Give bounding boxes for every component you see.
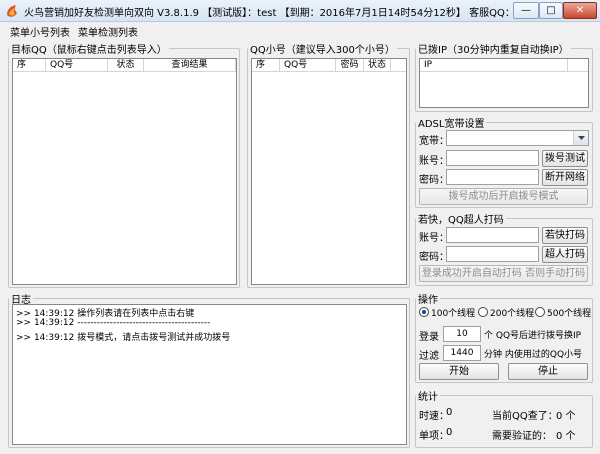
adsl-group: ADSL宽带设置 宽带： 账号： 拨号测试 密码： 断开网络 拨号成功后开启拨号…: [415, 115, 593, 208]
filter-label: 过滤: [419, 351, 439, 362]
minimize-icon: —: [521, 5, 531, 16]
captcha-password-input[interactable]: [446, 246, 539, 262]
verify-value: 0 个: [556, 431, 576, 442]
radio-selected-dot: [422, 310, 426, 314]
stop-button[interactable]: 停止: [508, 363, 588, 380]
adsl-password-input[interactable]: [446, 169, 539, 185]
close-button[interactable]: ✕: [563, 2, 597, 19]
single-label: 单项：: [419, 431, 449, 442]
thread-200-label[interactable]: 200个线程: [490, 306, 534, 319]
main-window: 火鸟营销加好友检测单向双向 V3.8.1.9 【测试版】：test 【到期：20…: [0, 0, 600, 454]
stats-group: 统计 时速： 0 当前QQ查了： 0 个 单项： 0 需要验证的： 0 个: [415, 388, 593, 448]
title-bar: 火鸟营销加好友检测单向双向 V3.8.1.9 【测试版】：test 【到期：20…: [0, 0, 600, 22]
firebird-app-icon: [4, 3, 20, 19]
thread-200-radio[interactable]: [478, 307, 488, 317]
captcha-password-label: 密码：: [419, 252, 449, 263]
adsl-password-label: 密码：: [419, 175, 449, 186]
captcha-group-title: 若快，QQ超人打码: [416, 211, 506, 226]
login-count-input[interactable]: 10: [443, 326, 481, 342]
menu-check-list[interactable]: 菜单检测列表: [78, 24, 138, 39]
disconnect-button[interactable]: 断开网络: [542, 169, 588, 186]
captcha-group: 若快，QQ超人打码 账号： 若快打码 密码： 超人打码 登录成功开启自动打码 否…: [415, 211, 593, 286]
small-qq-group-title: QQ小号（建议导入300个小号）: [248, 41, 397, 56]
adsl-group-title: ADSL宽带设置: [416, 115, 487, 130]
menu-bar: 菜单小号列表 菜单检测列表: [0, 22, 600, 39]
maximize-icon: □: [546, 5, 556, 16]
speed-value: 0: [446, 407, 453, 418]
login-label: 登录: [419, 332, 439, 343]
column-header-password[interactable]: 密码: [336, 59, 364, 72]
thread-100-label[interactable]: 100个线程: [431, 306, 475, 319]
chevron-down-icon[interactable]: [573, 131, 588, 145]
dialed-ip-group-title: 已拨IP（30分钟内重复自动换IP）: [416, 41, 571, 56]
dialed-ip-list[interactable]: IP: [419, 58, 589, 108]
target-qq-list[interactable]: 序 QQ号 状态 查询结果: [12, 58, 237, 285]
log-output[interactable]: >> 14:39:12 操作列表请在列表中点击右键 >> 14:39:12 --…: [12, 304, 407, 445]
stats-group-title: 统计: [416, 388, 440, 403]
login-suffix-label: 个 QQ号后进行拨号换IP: [484, 331, 582, 341]
dialed-ip-group: 已拨IP（30分钟内重复自动换IP） IP: [415, 41, 593, 112]
log-group: 日志 >> 14:39:12 操作列表请在列表中点击右键 >> 14:39:12…: [8, 291, 410, 448]
maximize-button[interactable]: □: [539, 2, 563, 19]
log-line: >> 14:39:12 ----------------------------…: [16, 318, 211, 328]
column-header-index[interactable]: 序: [252, 59, 280, 72]
broadband-label: 宽带：: [419, 136, 449, 147]
column-header-ip[interactable]: IP: [420, 59, 568, 72]
column-header-index[interactable]: 序: [13, 59, 46, 72]
column-header-qq[interactable]: QQ号: [46, 59, 108, 72]
broadband-select-value: [447, 131, 567, 145]
small-qq-list[interactable]: 序 QQ号 密码 状态: [251, 58, 407, 285]
thread-500-radio[interactable]: [535, 307, 545, 317]
speed-label: 时速：: [419, 411, 449, 422]
column-header-result[interactable]: 查询结果: [144, 59, 236, 72]
queried-label: 当前QQ查了：: [492, 411, 558, 422]
thread-500-label[interactable]: 500个线程: [547, 306, 591, 319]
adsl-account-label: 账号：: [419, 156, 449, 167]
column-header-status[interactable]: 状态: [364, 59, 391, 72]
menu-small-list[interactable]: 菜单小号列表: [10, 24, 70, 39]
dial-test-button[interactable]: 拨号测试: [542, 150, 588, 167]
dial-success-mode-button[interactable]: 拨号成功后开启拨号模式: [419, 188, 588, 205]
close-icon: ✕: [575, 5, 585, 16]
filter-suffix-label: 分钟 内使用过的QQ小号: [484, 350, 583, 360]
single-value: 0: [446, 427, 453, 438]
verify-label: 需要验证的：: [492, 431, 552, 442]
chaoren-code-button[interactable]: 超人打码: [542, 246, 588, 263]
captcha-account-label: 账号：: [419, 233, 449, 244]
broadband-select[interactable]: [446, 130, 589, 146]
target-qq-group-title: 目标QQ（鼠标右键点击列表导入）: [9, 41, 169, 56]
window-title: 火鸟营销加好友检测单向双向 V3.8.1.9 【测试版】：test 【到期：20…: [24, 8, 544, 19]
target-qq-group: 目标QQ（鼠标右键点击列表导入） 序 QQ号 状态 查询结果: [8, 41, 240, 288]
small-qq-list-header: 序 QQ号 密码 状态: [252, 59, 406, 72]
small-qq-group: QQ小号（建议导入300个小号） 序 QQ号 密码 状态: [247, 41, 410, 288]
adsl-account-input[interactable]: [446, 150, 539, 166]
target-qq-list-header: 序 QQ号 状态 查询结果: [13, 59, 236, 72]
log-line: >> 14:39:12 拨号模式，请点击拨号测试并成功拨号: [16, 333, 231, 343]
thread-100-radio[interactable]: [419, 307, 429, 317]
queried-value: 0 个: [556, 411, 576, 422]
captcha-account-input[interactable]: [446, 227, 539, 243]
operation-group-title: 操作: [416, 291, 440, 306]
dialed-ip-list-header: IP: [420, 59, 588, 72]
column-header-status[interactable]: 状态: [108, 59, 144, 72]
start-button[interactable]: 开始: [419, 363, 499, 380]
filter-minutes-input[interactable]: 1440: [443, 345, 481, 361]
column-header-qq[interactable]: QQ号: [280, 59, 336, 72]
ruokuai-code-button[interactable]: 若快打码: [542, 227, 588, 244]
minimize-button[interactable]: —: [513, 2, 539, 19]
auto-code-button[interactable]: 登录成功开启自动打码 否则手动打码: [419, 265, 588, 282]
operation-group: 操作 100个线程 200个线程 500个线程 登录 10 个 QQ号后进行拨号…: [415, 291, 593, 383]
